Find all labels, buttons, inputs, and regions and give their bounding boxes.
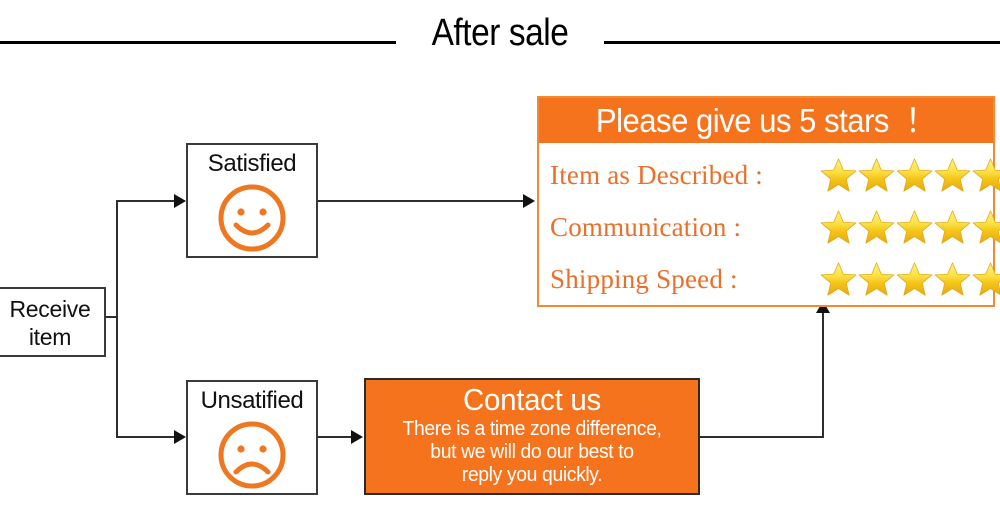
- rating-rows: Item as Described : Communication : Ship…: [539, 143, 1000, 305]
- star-icon: [896, 158, 933, 192]
- connector-unsatisfied-to-contact: [318, 436, 354, 438]
- rating-row-stars: [820, 209, 1000, 245]
- page-title: After sale: [431, 12, 569, 54]
- star-icon: [858, 210, 895, 244]
- node-unsatisfied-label: Unsatified: [200, 387, 304, 414]
- connector-contact-to-rating-vertical: [822, 312, 824, 438]
- contact-us-title: Contact us: [463, 382, 601, 417]
- connector-branch-vertical: [116, 200, 118, 437]
- after-sale-infographic: After sale Receive item Satisfied Unsati…: [0, 0, 1000, 527]
- star-icon: [896, 210, 933, 244]
- star-icon: [934, 262, 971, 296]
- node-receive-item-label: Receive item: [9, 296, 91, 350]
- star-icon: [820, 262, 857, 296]
- star-icon: [820, 158, 857, 192]
- star-icon: [896, 262, 933, 296]
- star-icon: [858, 262, 895, 296]
- star-icon: [820, 210, 857, 244]
- connector-satisfied-to-rating: [318, 200, 525, 202]
- arrowhead-to-unsatisfied: [174, 430, 186, 444]
- rating-row-stars: [820, 157, 1000, 193]
- rating-row-label: Shipping Speed :: [550, 263, 738, 294]
- node-satisfied: Satisfied: [186, 143, 318, 258]
- star-icon: [972, 262, 1000, 296]
- sad-face-icon: [188, 418, 316, 492]
- contact-us-panel: Contact us There is a time zone differen…: [364, 378, 700, 495]
- rating-row: Communication :: [539, 201, 1000, 253]
- connector-contact-to-rating-horizontal: [700, 436, 824, 438]
- rating-request-panel: Please give us 5 stars ！ Item as Describ…: [537, 96, 1000, 307]
- rating-row-label: Communication :: [550, 211, 742, 242]
- node-unsatisfied: Unsatified: [186, 380, 318, 495]
- rating-panel-header: Please give us 5 stars ！: [539, 98, 993, 143]
- arrowhead-to-contact: [351, 430, 363, 444]
- connector-to-unsatisfied: [116, 436, 176, 438]
- arrowhead-to-satisfied: [174, 194, 186, 208]
- star-icon: [858, 158, 895, 192]
- rating-row: Item as Described :: [539, 149, 1000, 201]
- connector-to-satisfied: [116, 200, 176, 202]
- rating-row-label: Item as Described :: [550, 159, 763, 190]
- smiley-face-icon: [188, 181, 316, 255]
- header-rule-right: [604, 41, 1000, 44]
- star-icon: [934, 158, 971, 192]
- star-icon: [972, 210, 1000, 244]
- node-satisfied-label: Satisfied: [207, 150, 297, 177]
- star-icon: [972, 158, 1000, 192]
- rating-row: Shipping Speed :: [539, 253, 1000, 305]
- arrowhead-to-rating-left: [523, 194, 535, 208]
- rating-row-stars: [820, 261, 1000, 297]
- header-rule-left: [0, 41, 396, 44]
- node-receive-item: Receive item: [0, 287, 106, 357]
- rating-panel-header-text: Please give us 5 stars ！: [596, 101, 936, 139]
- star-icon: [934, 210, 971, 244]
- contact-us-body: There is a time zone difference, but we …: [402, 418, 662, 486]
